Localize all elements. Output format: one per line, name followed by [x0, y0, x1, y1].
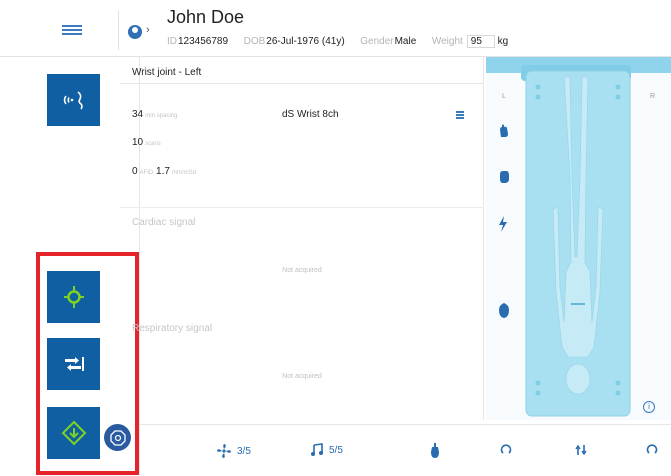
weight-unit: kg	[497, 36, 509, 47]
param-row-2: 10 scans	[132, 137, 161, 148]
id-value: 123456789	[178, 36, 229, 47]
coil-position-icon[interactable]	[498, 303, 510, 319]
dob-label: DOB	[243, 36, 266, 47]
table-move-control[interactable]	[574, 443, 593, 457]
param-unit-1: mm spacing	[145, 113, 178, 119]
weight-label: Weight	[431, 36, 463, 47]
patient-meta: ID123456789 DOB26-Jul-1976 (41y) GenderM…	[167, 35, 508, 48]
dob-value: 26-Jul-1976 (41y)	[266, 36, 345, 47]
param-value-1: 34	[132, 109, 144, 120]
left-side-label: L	[502, 93, 506, 100]
param-row-1: 34 mm spacing	[132, 109, 177, 120]
gender-value: Male	[394, 36, 417, 47]
fist-icon[interactable]	[498, 170, 510, 184]
coil-signal-button[interactable]	[47, 74, 100, 126]
contrast-control[interactable]	[430, 443, 445, 459]
rotate-right-icon	[646, 444, 658, 454]
chevron-right-icon[interactable]: ›	[146, 24, 150, 36]
patient-name: John Doe	[167, 7, 245, 27]
panel-title: Wrist joint - Left	[132, 67, 202, 78]
music-note-icon	[311, 443, 323, 456]
gender-label: Gender	[360, 36, 394, 47]
exam-panel: Wrist joint - Left 34 mm spacing dS Wrist…	[120, 57, 484, 420]
patient-table-view	[486, 57, 671, 420]
bottom-bar: 3/5 5/5	[140, 424, 671, 476]
lightning-icon[interactable]	[498, 216, 508, 232]
cardiac-status: Not acquired	[282, 267, 322, 274]
contrast-bottle-icon	[431, 443, 439, 458]
fan-icon	[217, 444, 231, 458]
menu-icon[interactable]	[62, 25, 82, 35]
param-row-3: 0 AFID 1.7 mm/mSd	[132, 166, 196, 177]
coil-name: dS Wrist 8ch	[282, 109, 339, 120]
param-value-3: 0	[132, 166, 138, 177]
cardiac-signal-title: Cardiac signal	[132, 217, 196, 228]
hand-icon[interactable]	[498, 124, 510, 138]
fan-control[interactable]: 3/5	[216, 443, 251, 459]
table-move-arrows-icon	[575, 444, 587, 456]
music-value: 5/5	[329, 444, 343, 456]
patient-avatar-icon[interactable]	[128, 25, 142, 39]
header-divider	[118, 10, 119, 50]
table-rotate-right-control[interactable]	[646, 443, 663, 455]
param-unit-4: mm/mSd	[171, 170, 196, 176]
music-control[interactable]: 5/5	[310, 443, 343, 457]
id-label: ID	[167, 36, 177, 47]
patient-table-illustration	[486, 57, 671, 420]
param-unit-2: scans	[145, 141, 161, 147]
weight-input[interactable]: 95	[466, 35, 495, 48]
respiratory-status: Not acquired	[282, 373, 322, 380]
wireless-coil-icon	[63, 91, 83, 110]
respiratory-signal-title: Respiratory signal	[132, 323, 213, 334]
param-unit-3: AFID	[139, 170, 154, 176]
param-value-2: 10	[132, 137, 144, 148]
rotate-left-icon	[500, 444, 512, 454]
patient-header: › John Doe ID123456789 DOB26-Jul-1976 (4…	[0, 0, 671, 57]
info-icon[interactable]: i	[643, 401, 655, 413]
fan-value: 3/5	[237, 445, 251, 457]
coil-list-icon[interactable]	[456, 111, 464, 119]
right-side-label: R	[650, 93, 656, 100]
param-value-4: 1.7	[156, 166, 170, 177]
table-rotate-left-control[interactable]	[500, 443, 517, 455]
